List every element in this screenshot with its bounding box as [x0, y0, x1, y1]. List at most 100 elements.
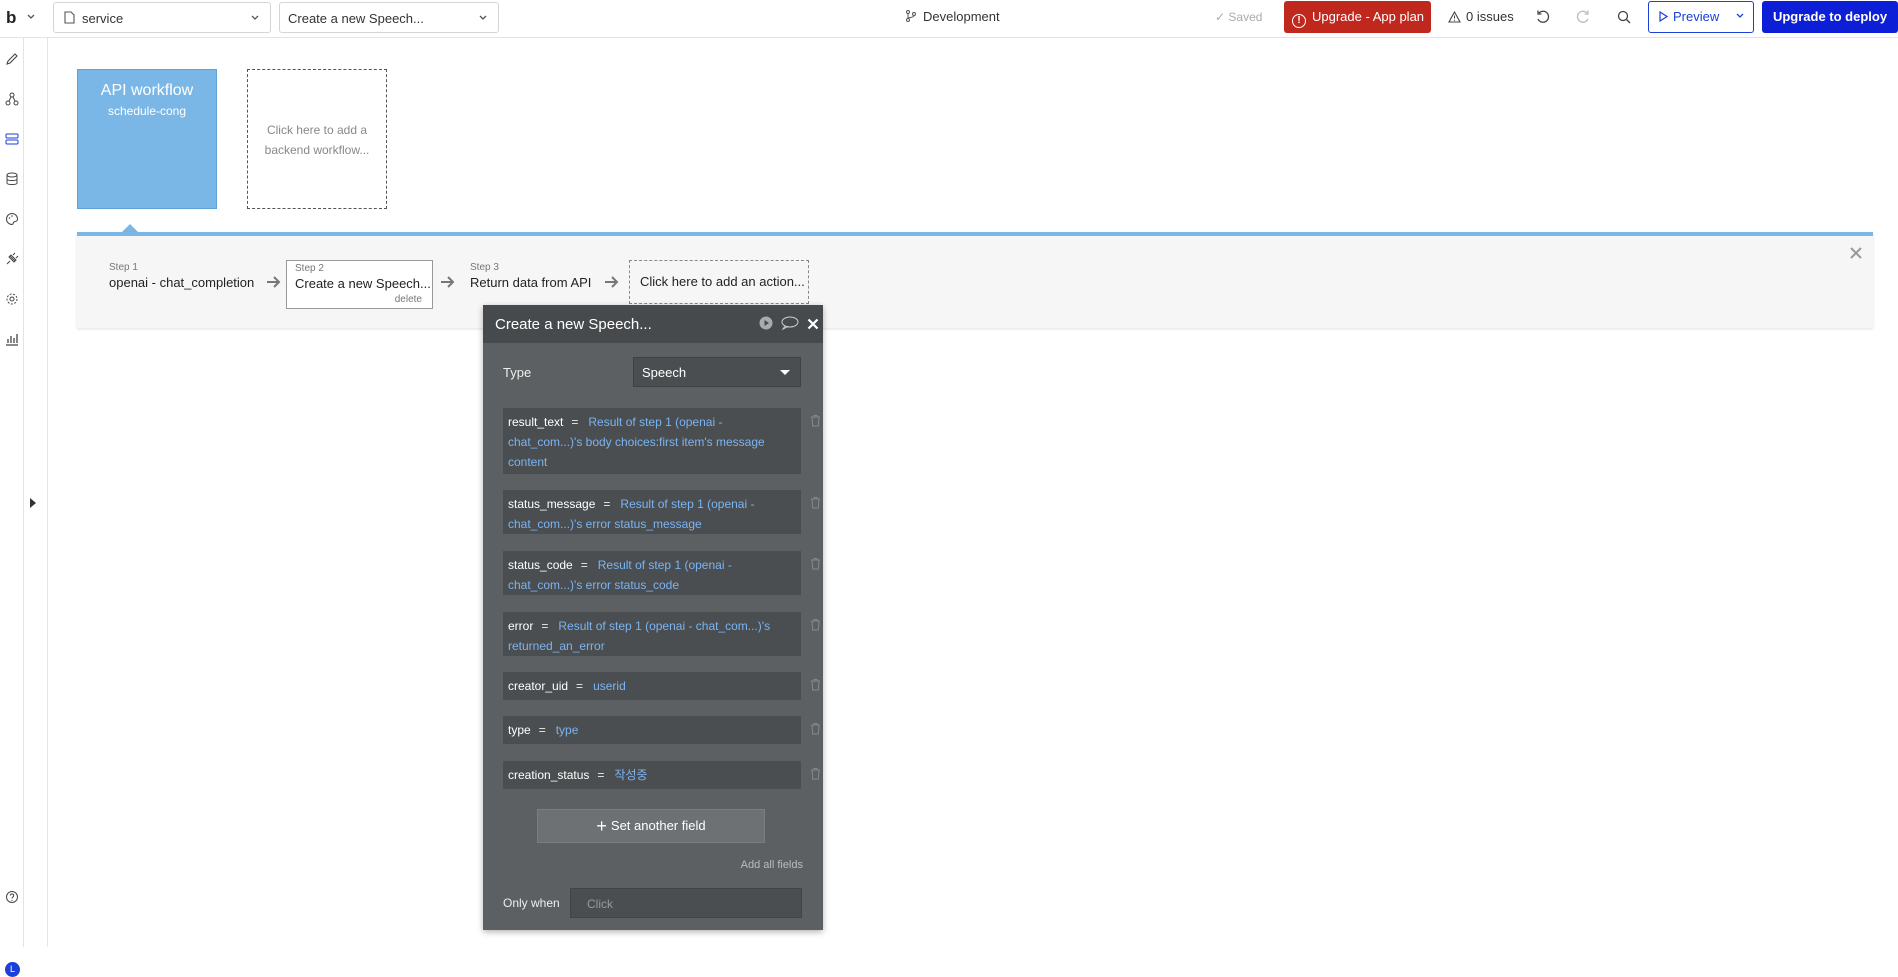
page-icon — [64, 11, 75, 24]
branch-icon — [906, 10, 916, 22]
close-icon[interactable] — [1849, 246, 1863, 260]
database-icon[interactable] — [5, 172, 19, 186]
logs-chart-icon[interactable] — [5, 332, 19, 346]
type-dropdown[interactable]: Speech — [633, 357, 801, 387]
page-selector[interactable]: service — [53, 2, 271, 33]
workflow-selector[interactable]: Create a new Speech... — [279, 2, 499, 33]
field-row[interactable]: type = type — [503, 716, 820, 744]
only-when-input[interactable]: Click — [570, 888, 802, 918]
trash-icon[interactable] — [810, 414, 821, 427]
upgrade-plan-label: Upgrade - App plan — [1312, 9, 1425, 24]
field-key: type — [508, 723, 531, 737]
saved-label: Saved — [1228, 10, 1263, 24]
settings-gear-icon[interactable] — [5, 292, 19, 306]
branch-selector[interactable]: Development — [905, 9, 1000, 24]
arrow-right-icon — [441, 276, 455, 288]
warning-triangle-icon — [1448, 11, 1461, 23]
search-icon[interactable] — [1616, 9, 1632, 25]
equals-sign: = — [580, 558, 588, 572]
trash-icon[interactable] — [810, 557, 821, 570]
step-3[interactable]: Step 3 Return data from API — [470, 262, 591, 290]
check-circle-icon: ✓︎ — [1215, 10, 1226, 24]
avatar[interactable]: L — [5, 962, 20, 977]
field-row[interactable]: status_message = Result of step 1 (openai … — [503, 490, 820, 534]
set-another-field-label: Set another field — [610, 818, 706, 833]
trash-icon[interactable] — [810, 767, 821, 780]
redo-icon[interactable] — [1575, 9, 1591, 25]
preview-label: Preview — [1673, 9, 1720, 24]
field-expression[interactable]: 작성중 — [614, 768, 647, 782]
page-select-value: service — [82, 11, 124, 26]
design-pencil-icon[interactable] — [5, 52, 19, 66]
branch-label: Development — [923, 9, 1000, 24]
field-key: status_code — [508, 558, 573, 572]
chevron-down-icon[interactable] — [26, 10, 36, 24]
field-expression[interactable]: type — [556, 723, 579, 737]
add-action-button[interactable]: Click here to add an action... — [629, 260, 809, 304]
run-icon[interactable] — [759, 316, 773, 334]
delete-step-link[interactable]: delete — [395, 294, 422, 305]
divider — [47, 38, 48, 947]
chevron-down-icon — [479, 15, 487, 20]
plus-icon: + — [596, 816, 607, 836]
issues-label: 0 issues — [1466, 9, 1514, 24]
field-key: error — [508, 619, 534, 633]
upgrade-to-deploy-button[interactable]: Upgrade to deploy — [1762, 1, 1898, 33]
arrow-right-icon — [605, 276, 619, 288]
trash-icon[interactable] — [810, 618, 821, 631]
trash-icon[interactable] — [810, 496, 821, 509]
top-bar: b service Create a new Speech... Develop… — [0, 0, 1898, 38]
undo-icon[interactable] — [1535, 9, 1551, 25]
chevron-down-icon[interactable] — [1735, 11, 1745, 21]
chevron-down-icon — [251, 15, 259, 20]
arrow-right-icon — [267, 276, 281, 288]
step-name: Return data from API — [470, 275, 592, 290]
set-another-field-button[interactable]: + Set another field — [537, 809, 765, 843]
caret-down-icon — [780, 370, 790, 375]
field-row[interactable]: status_code = Result of step 1 (openai - c… — [503, 551, 820, 595]
upgrade-plan-button[interactable]: ! Upgrade - App plan — [1284, 1, 1431, 33]
equals-sign: = — [538, 723, 546, 737]
add-backend-workflow[interactable]: Click here to add a backend workflow... — [247, 69, 387, 209]
comment-icon[interactable] — [781, 316, 799, 334]
field-row[interactable]: error = Result of step 1 (openai - chat_co… — [503, 612, 820, 656]
selection-pointer — [122, 224, 138, 232]
field-row[interactable]: creation_status = 작성중 — [503, 761, 820, 789]
trash-icon[interactable] — [810, 722, 821, 735]
plugins-icon[interactable] — [5, 252, 19, 266]
styles-palette-icon[interactable] — [5, 212, 19, 226]
trash-icon[interactable] — [810, 678, 821, 691]
only-when-label: Only when — [503, 896, 560, 910]
bubble-logo[interactable]: b — [6, 8, 16, 28]
step-2[interactable]: Step 2 Create a new Speech... delete — [286, 260, 433, 309]
issues-indicator[interactable]: 0 issues — [1448, 9, 1514, 24]
type-dropdown-value: Speech — [642, 365, 687, 380]
api-workflow-card[interactable]: API workflow schedule-cong — [77, 69, 217, 209]
field-row[interactable]: creator_uid = userid — [503, 672, 820, 700]
field-key: status_message — [508, 497, 596, 511]
equals-sign: = — [541, 619, 549, 633]
backend-workflows-icon[interactable] — [5, 132, 19, 146]
workflow-icon[interactable] — [5, 92, 19, 106]
equals-sign: = — [576, 679, 584, 693]
property-editor: Create a new Speech... Type Speech resul… — [483, 305, 823, 930]
api-workflow-name: schedule-cong — [107, 104, 187, 118]
type-label: Type — [503, 365, 532, 380]
equals-sign: = — [603, 497, 611, 511]
field-row[interactable]: result_text = Result of step 1 (openai - c… — [503, 408, 820, 474]
alert-icon: ! — [1292, 14, 1306, 28]
step-label: Step 3 — [470, 262, 499, 273]
add-all-fields-link[interactable]: Add all fields — [741, 859, 803, 871]
close-icon[interactable] — [807, 317, 819, 334]
step-label: Step 2 — [295, 263, 324, 274]
editor-title: Create a new Speech... — [495, 316, 652, 333]
field-expression[interactable]: userid — [593, 679, 626, 693]
step-1[interactable]: Step 1 openai - chat_completion — [109, 262, 254, 290]
preview-button[interactable]: Preview — [1648, 1, 1754, 33]
expand-arrow-icon[interactable] — [30, 498, 36, 508]
field-key: creation_status — [508, 768, 590, 782]
left-sidebar: L — [0, 38, 24, 977]
step-label: Step 1 — [109, 262, 138, 273]
step-name: Create a new Speech... — [295, 276, 431, 291]
help-icon[interactable] — [5, 890, 19, 904]
